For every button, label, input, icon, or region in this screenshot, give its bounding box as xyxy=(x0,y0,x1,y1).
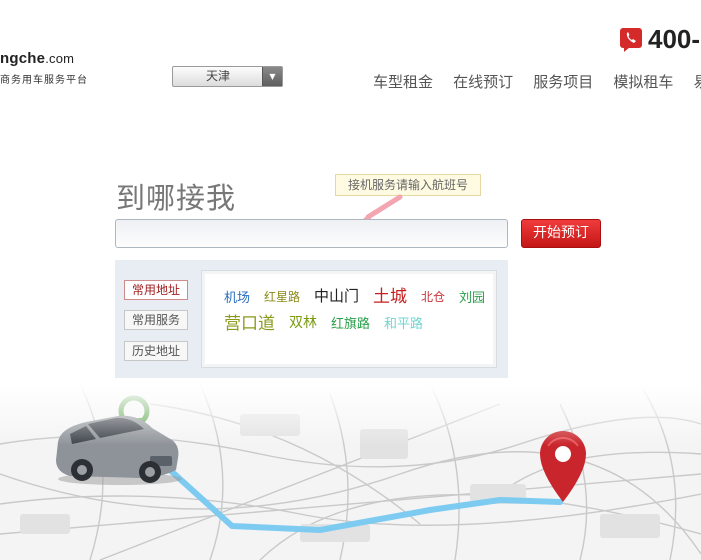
phone-number: 400- xyxy=(648,24,701,54)
address-item[interactable]: 和平路 xyxy=(384,313,423,332)
main-nav: 车型租金 在线预订 服务项目 模拟租车 易 xyxy=(373,71,701,93)
start-booking-button[interactable]: 开始预订 xyxy=(521,219,601,248)
tab-frequent-services[interactable]: 常用服务 xyxy=(124,310,188,330)
address-item[interactable]: 北仓 xyxy=(421,288,445,305)
address-list: 机场 红星路 中山门 土城 北仓 刘园 营口道 双林 红旗路 和平路 xyxy=(201,270,497,368)
logo-domain: .com xyxy=(45,51,75,66)
address-item[interactable]: 刘园 xyxy=(459,287,485,306)
phone-icon xyxy=(620,28,642,52)
nav-item-services[interactable]: 服务项目 xyxy=(533,71,593,92)
logo-text: ngche.com xyxy=(0,50,75,67)
city-select[interactable]: 天津 ▼ xyxy=(172,66,283,87)
address-item[interactable]: 红旗路 xyxy=(331,313,370,332)
address-item[interactable]: 土城 xyxy=(373,282,407,307)
address-item[interactable]: 营口道 xyxy=(224,309,275,334)
chevron-down-icon[interactable]: ▼ xyxy=(262,67,282,86)
nav-item-simulated-rental[interactable]: 模拟租车 xyxy=(613,71,673,92)
site-logo[interactable]: ngche.com 商务用车服务平台 xyxy=(0,50,120,90)
nav-item-more[interactable]: 易 xyxy=(693,71,701,92)
tab-history-addresses[interactable]: 历史地址 xyxy=(124,341,188,361)
route-map-illustration xyxy=(0,384,701,560)
pickup-title: 到哪接我 xyxy=(116,181,237,215)
tab-frequent-addresses[interactable]: 常用地址 xyxy=(124,280,188,300)
address-item[interactable]: 红星路 xyxy=(264,288,300,305)
nav-item-car-rental-price[interactable]: 车型租金 xyxy=(373,71,433,92)
destination-input[interactable] xyxy=(115,219,508,248)
nav-item-online-booking[interactable]: 在线预订 xyxy=(453,71,513,92)
address-panel: 常用地址 常用服务 历史地址 机场 红星路 中山门 土城 北仓 刘园 营口道 双… xyxy=(115,260,508,378)
address-item[interactable]: 中山门 xyxy=(314,285,359,306)
address-item[interactable]: 机场 xyxy=(224,287,250,306)
address-item[interactable]: 双林 xyxy=(289,312,317,332)
city-select-value: 天津 xyxy=(205,69,230,83)
logo-tagline: 商务用车服务平台 xyxy=(0,75,88,86)
